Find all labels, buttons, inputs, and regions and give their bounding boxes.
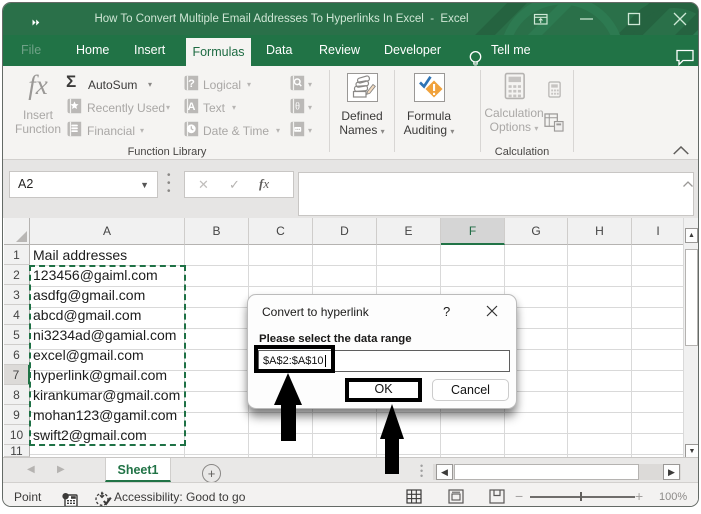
svg-text:?: ?	[188, 78, 195, 90]
svg-text:θ: θ	[295, 102, 300, 113]
svg-text:A: A	[188, 101, 196, 113]
